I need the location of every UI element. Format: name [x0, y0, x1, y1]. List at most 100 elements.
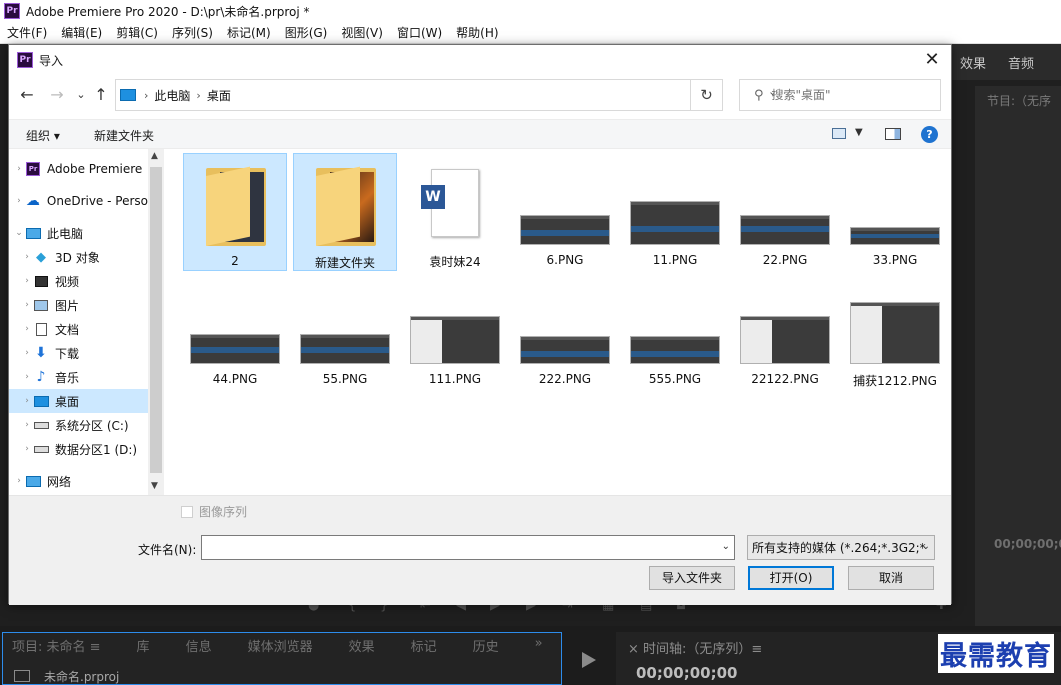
open-button[interactable]: 打开(O) [748, 566, 834, 590]
filetype-select[interactable]: 所有支持的媒体 (*.264;*.3G2;* ⌄ [747, 535, 935, 560]
tab-info[interactable]: 信息 [186, 636, 212, 655]
more-tabs-icon[interactable]: » [535, 636, 543, 655]
sidebar-item[interactable]: › 图片 [9, 293, 148, 317]
menu-sequence[interactable]: 序列(S) [165, 24, 220, 41]
sidebar-item[interactable]: › ☁ OneDrive - Perso [9, 189, 148, 213]
tab-audio[interactable]: 音频 [1008, 53, 1034, 72]
filename-field[interactable]: ⌄ [201, 535, 735, 560]
chevron-down-icon[interactable]: ▼ [855, 127, 863, 138]
chevron-icon[interactable]: › [13, 164, 25, 174]
menu-graphics[interactable]: 图形(G) [278, 24, 335, 41]
tab-markers[interactable]: 标记 [411, 636, 437, 655]
file-item[interactable]: 555.PNG [623, 272, 727, 390]
menu-edit[interactable]: 编辑(E) [54, 24, 109, 41]
help-icon[interactable]: ? [921, 126, 938, 143]
search-input[interactable] [771, 88, 922, 102]
chevron-icon[interactable]: › [13, 196, 25, 206]
play-icon-bottom[interactable] [582, 652, 596, 668]
file-item[interactable]: 6.PNG [513, 153, 617, 271]
chevron-icon[interactable]: › [13, 476, 25, 486]
sidebar-item[interactable]: › 视频 [9, 269, 148, 293]
file-item[interactable]: 33.PNG [843, 153, 947, 271]
sidebar-item[interactable]: ⌄ 此电脑 [9, 221, 148, 245]
sidebar-item[interactable]: › ◆ 3D 对象 [9, 245, 148, 269]
scroll-down-icon[interactable]: ▼ [151, 481, 158, 491]
sidebar-item[interactable]: › 文档 [9, 317, 148, 341]
chevron-down-icon[interactable]: ⌄ [922, 541, 930, 552]
close-icon[interactable]: ✕ [921, 49, 943, 71]
file-name: 44.PNG [212, 372, 258, 386]
chevron-icon[interactable]: › [21, 372, 33, 382]
sidebar-item[interactable]: › 系统分区 (C:) [9, 413, 148, 437]
view-options-icon[interactable] [832, 128, 846, 139]
forward-arrow-icon[interactable]: → [47, 83, 67, 107]
sidebar-item[interactable]: › ♪ 音乐 [9, 365, 148, 389]
command-bar: 组织 ▾ 新建文件夹 ▼ ? [9, 119, 951, 149]
project-file-name[interactable]: 未命名.prproj [44, 668, 119, 685]
file-item[interactable]: 22122.PNG [733, 272, 837, 390]
file-item[interactable]: 111.PNG [403, 272, 507, 390]
scroll-up-icon[interactable]: ▲ [151, 151, 158, 161]
tab-history[interactable]: 历史 [473, 636, 499, 655]
project-panel-tabs: 项目: 未命名 ≡ 库 信息 媒体浏览器 效果 标记 历史 » [12, 636, 543, 655]
chevron-icon[interactable]: › [21, 276, 33, 286]
chevron-icon[interactable]: › [21, 324, 33, 334]
menu-view[interactable]: 视图(V) [334, 24, 390, 41]
up-arrow-icon[interactable]: ↑ [91, 83, 111, 107]
file-item[interactable]: 55.PNG [293, 272, 397, 390]
chevron-icon[interactable]: › [21, 420, 33, 430]
sidebar-item-label: 视频 [55, 274, 80, 289]
menu-file[interactable]: 文件(F) [0, 24, 54, 41]
sidebar-item[interactable]: › 数据分区1 (D:) [9, 437, 148, 461]
refresh-icon[interactable]: ↻ [691, 79, 723, 111]
file-item[interactable]: 11.PNG [623, 153, 727, 271]
organize-button[interactable]: 组织 ▾ [26, 127, 60, 144]
breadcrumb-this-pc[interactable]: 此电脑 [154, 87, 190, 104]
breadcrumb-desktop[interactable]: 桌面 [207, 87, 231, 104]
file-item[interactable]: 捕获1212.PNG [843, 272, 947, 390]
sidebar-item-label: 桌面 [55, 394, 80, 409]
address-bar[interactable]: › 此电脑 › 桌面 ⌄ [115, 79, 777, 111]
chevron-icon[interactable]: › [21, 348, 33, 358]
sidebar-item[interactable]: › Pr Adobe Premiere [9, 157, 148, 181]
file-item[interactable]: 222.PNG [513, 272, 617, 390]
file-item[interactable]: 2 [183, 153, 287, 271]
file-item[interactable]: 44.PNG [183, 272, 287, 390]
chevron-icon[interactable]: › [21, 444, 33, 454]
search-box[interactable]: ⚲ [739, 79, 941, 111]
menu-help[interactable]: 帮助(H) [449, 24, 505, 41]
sidebar-item[interactable]: › 桌面 [9, 389, 148, 413]
menu-markers[interactable]: 标记(M) [220, 24, 278, 41]
chevron-icon[interactable]: › [21, 300, 33, 310]
menu-window[interactable]: 窗口(W) [390, 24, 449, 41]
preview-pane-icon[interactable] [885, 128, 901, 140]
cancel-button[interactable]: 取消 [848, 566, 934, 590]
file-item[interactable]: W 袁时妹24 [403, 153, 507, 271]
scroll-thumb[interactable] [150, 167, 162, 473]
image-sequence-checkbox[interactable]: 图像序列 [181, 503, 247, 520]
chevron-icon[interactable]: › [21, 252, 33, 262]
menu-clip[interactable]: 剪辑(C) [109, 24, 165, 41]
chevron-down-icon[interactable]: ⌄ [722, 541, 730, 552]
timeline-close-icon[interactable]: × [628, 642, 639, 657]
nav-scrollbar[interactable]: ▲ ▼ [148, 149, 164, 495]
file-item[interactable]: 22.PNG [733, 153, 837, 271]
filename-input[interactable] [202, 536, 712, 559]
tab-media-browser[interactable]: 媒体浏览器 [248, 636, 313, 655]
back-arrow-icon[interactable]: ← [17, 83, 37, 107]
sidebar-item[interactable]: › 网络 [9, 469, 148, 493]
file-item[interactable]: 新建文件夹 [293, 153, 397, 271]
folder-front [316, 166, 360, 246]
tab-effects-bottom[interactable]: 效果 [349, 636, 375, 655]
import-folder-button[interactable]: 导入文件夹 [649, 566, 735, 590]
tab-effects[interactable]: 效果 [960, 53, 986, 72]
tab-libraries[interactable]: 库 [137, 636, 150, 655]
chevron-icon[interactable]: ⌄ [13, 228, 25, 238]
tab-project[interactable]: 项目: 未命名 ≡ [12, 636, 101, 655]
sidebar-item-label: 数据分区1 (D:) [55, 442, 138, 457]
checkbox[interactable] [181, 505, 193, 518]
chevron-icon[interactable]: › [21, 396, 33, 406]
sidebar-item[interactable]: › ⬇ 下载 [9, 341, 148, 365]
new-folder-button[interactable]: 新建文件夹 [94, 127, 154, 144]
recent-locations-icon[interactable]: ⌄ [71, 83, 91, 107]
